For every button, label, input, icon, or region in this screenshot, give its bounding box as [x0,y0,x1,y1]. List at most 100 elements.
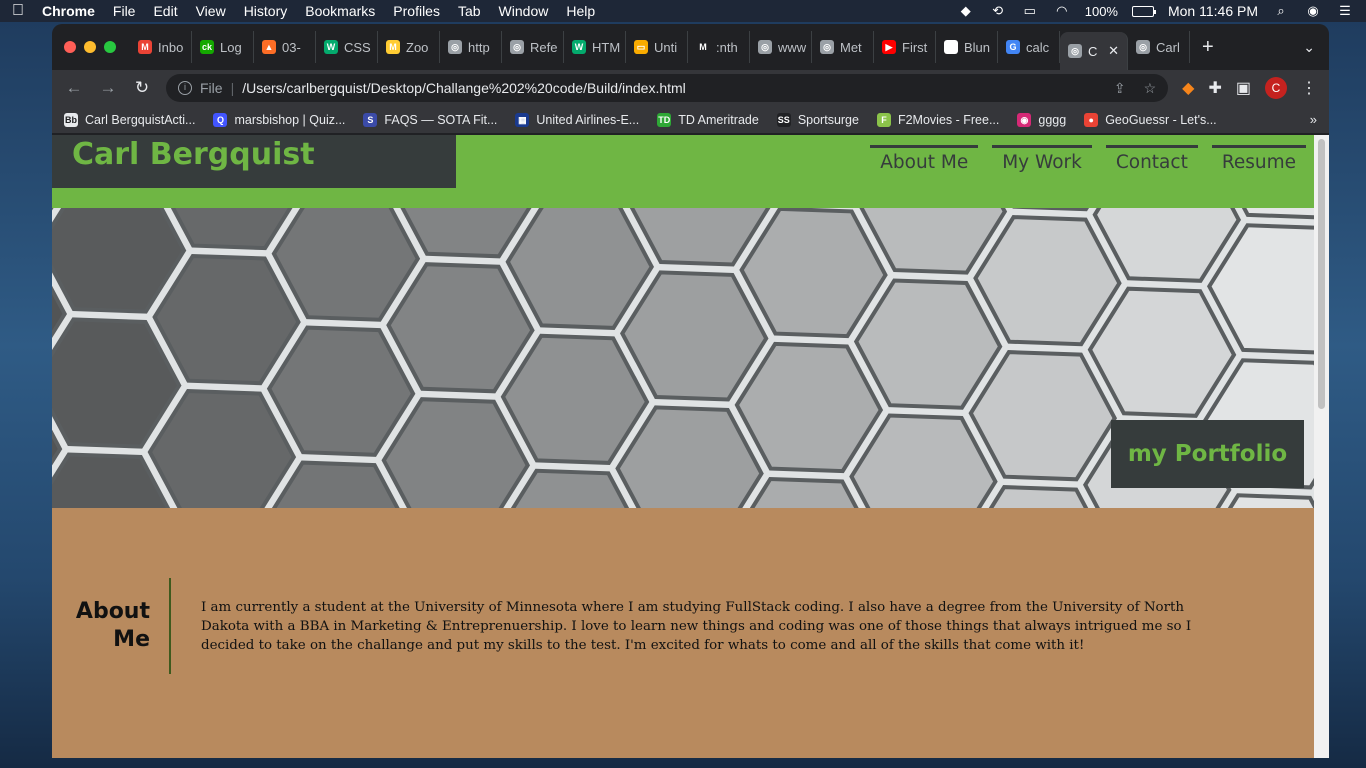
control-center-icon[interactable]: ☰ [1336,4,1354,18]
about-heading: About Me [52,598,150,654]
battery-percent: 100% [1084,3,1118,19]
menu-window[interactable]: Window [499,3,549,19]
bookmark-item[interactable]: ◉ gggg [1017,112,1067,127]
url-text[interactable]: /Users/carlbergquist/Desktop/Challange%2… [242,80,686,96]
chrome-menu-kebab-icon[interactable]: ⋮ [1301,78,1317,98]
nav-resume[interactable]: Resume [1211,145,1306,173]
airplay-icon[interactable]: ▭ [1021,4,1039,18]
timemachine-icon[interactable]: ⟲ [989,4,1007,18]
nav-my-work[interactable]: My Work [992,145,1092,173]
browser-tab[interactable]: W Blun [936,31,998,63]
menubar-status-area: ◆ ⟲ ▭ ◠ 100% Mon 11:46 PM ⌕ ◉ ☰ [957,3,1354,19]
bookmark-item[interactable]: TD TD Ameritrade [657,112,759,127]
menu-help[interactable]: Help [566,3,595,19]
hexagon-tile [152,253,301,386]
forward-arrow-icon[interactable]: → [98,78,118,98]
dropbox-icon[interactable]: ◆ [957,4,975,18]
menu-app-name[interactable]: Chrome [42,3,95,19]
tab-title: www [778,39,807,55]
google-icon: G [1006,40,1020,54]
browser-tab[interactable]: ◎ Met [812,31,874,63]
close-tab-icon[interactable]: ✕ [1108,43,1119,59]
tab-list: M Inbo ck Log ▲ 03- W CSS M Zoo ◎ http ◎ Refe W HTM ▭ Unt… [130,24,1190,70]
browser-tab[interactable]: W CSS [316,31,378,63]
bookmark-star-icon[interactable]: ☆ [1144,80,1157,97]
browser-tab[interactable]: ◎ Refe [502,31,564,63]
metamask-extension-icon[interactable]: ◆ [1182,78,1194,98]
bookmark-label: gggg [1038,112,1067,127]
menubar-clock[interactable]: Mon 11:46 PM [1168,3,1258,19]
back-arrow-icon[interactable]: ← [64,78,84,98]
about-heading-line2: Me [113,627,150,652]
wifi-icon[interactable]: ◠ [1053,4,1071,18]
browser-tab[interactable]: ▶ First [874,31,936,63]
side-panel-icon[interactable]: ▣ [1236,78,1251,98]
map-pin-icon: ● [1084,112,1099,127]
page-scrollbar[interactable] [1314,135,1329,758]
hexagon-tile [271,208,421,322]
tab-title: HTM [592,39,621,55]
maximize-window-button[interactable] [104,41,116,53]
browser-tab[interactable]: ◎ www [750,31,812,63]
minimize-window-button[interactable] [84,41,96,53]
hexagon-tile [1087,286,1237,418]
scrollbar-thumb[interactable] [1318,139,1325,409]
bookmark-item[interactable]: ● GeoGuessr - Let's... [1084,112,1217,127]
browser-tab[interactable]: M Zoo [378,31,440,63]
bookmark-item[interactable]: F F2Movies - Free... [876,112,999,127]
browser-tab[interactable]: ◎ Carl [1128,31,1190,63]
menu-tab[interactable]: Tab [458,3,481,19]
apple-menu-icon[interactable]:  [12,2,42,20]
browser-tab[interactable]: ▲ 03- [254,31,316,63]
hexagon-tile [973,215,1122,347]
menu-profiles[interactable]: Profiles [393,3,440,19]
bookmark-item[interactable]: SS Sportsurge [776,112,859,127]
macos-menu-bar:  Chrome File Edit View History Bookmark… [0,0,1366,22]
new-tab-button[interactable]: + [1202,36,1214,59]
siri-icon[interactable]: ◉ [1304,4,1322,18]
bookmark-item[interactable]: Qmarsbishop | Quiz... [213,112,345,127]
bookmark-item[interactable]: ▦ United Airlines-E... [515,112,639,127]
bookmark-item[interactable]: Bb Carl BergquistActi... [64,112,195,127]
site-info-icon[interactable]: i [178,81,192,95]
globe-icon: ◎ [448,40,462,54]
gitlab-icon: ▲ [262,40,276,54]
tab-search-chevron-icon[interactable]: ⌄ [1303,39,1315,56]
globe-icon: ◎ [758,40,772,54]
share-icon[interactable]: ⇪ [1114,80,1126,97]
extensions-puzzle-icon[interactable]: ✚ [1208,78,1221,98]
menu-bookmarks[interactable]: Bookmarks [305,3,375,19]
browser-tab[interactable]: W HTM [564,31,626,63]
globe-icon: ◎ [1136,40,1150,54]
browser-tab[interactable]: ◎ http [440,31,502,63]
address-bar[interactable]: i File | /Users/carlbergquist/Desktop/Ch… [166,74,1169,102]
close-window-button[interactable] [64,41,76,53]
browser-tab[interactable]: M Inbo [130,31,192,63]
menu-edit[interactable]: Edit [153,3,177,19]
page-viewport: Carl Bergquist About Me My Work Contact … [52,135,1314,758]
menu-history[interactable]: History [244,3,288,19]
nav-contact[interactable]: Contact [1105,145,1198,173]
bookmark-label: FAQS — SOTA Fit... [384,112,498,127]
browser-tab[interactable]: ◎ C ✕ [1060,32,1128,70]
bookmark-item[interactable]: S FAQS — SOTA Fit... [363,112,498,127]
doc-icon: ▭ [634,40,648,54]
profile-avatar[interactable]: C [1265,77,1287,99]
ck-icon: ck [200,40,214,54]
nav-about-me[interactable]: About Me [870,145,979,173]
browser-tab[interactable]: Gcalc [998,31,1060,63]
spotlight-search-icon[interactable]: ⌕ [1272,4,1290,18]
blackboard-icon: Bb [64,112,78,127]
menu-file[interactable]: File [113,3,136,19]
browser-tab[interactable]: M:nth [688,31,750,63]
hexagon-tile [739,208,888,339]
browser-tab[interactable]: ▭ Unti [626,31,688,63]
more-bookmarks-icon[interactable]: » [1310,112,1317,127]
sota-icon: S [363,112,378,127]
battery-icon[interactable] [1131,5,1156,17]
reload-icon[interactable]: ↻ [132,78,152,98]
site-logo[interactable]: Carl Bergquist [72,137,315,172]
tab-title: Log [220,39,242,55]
menu-view[interactable]: View [196,3,226,19]
browser-tab[interactable]: ck Log [192,31,254,63]
